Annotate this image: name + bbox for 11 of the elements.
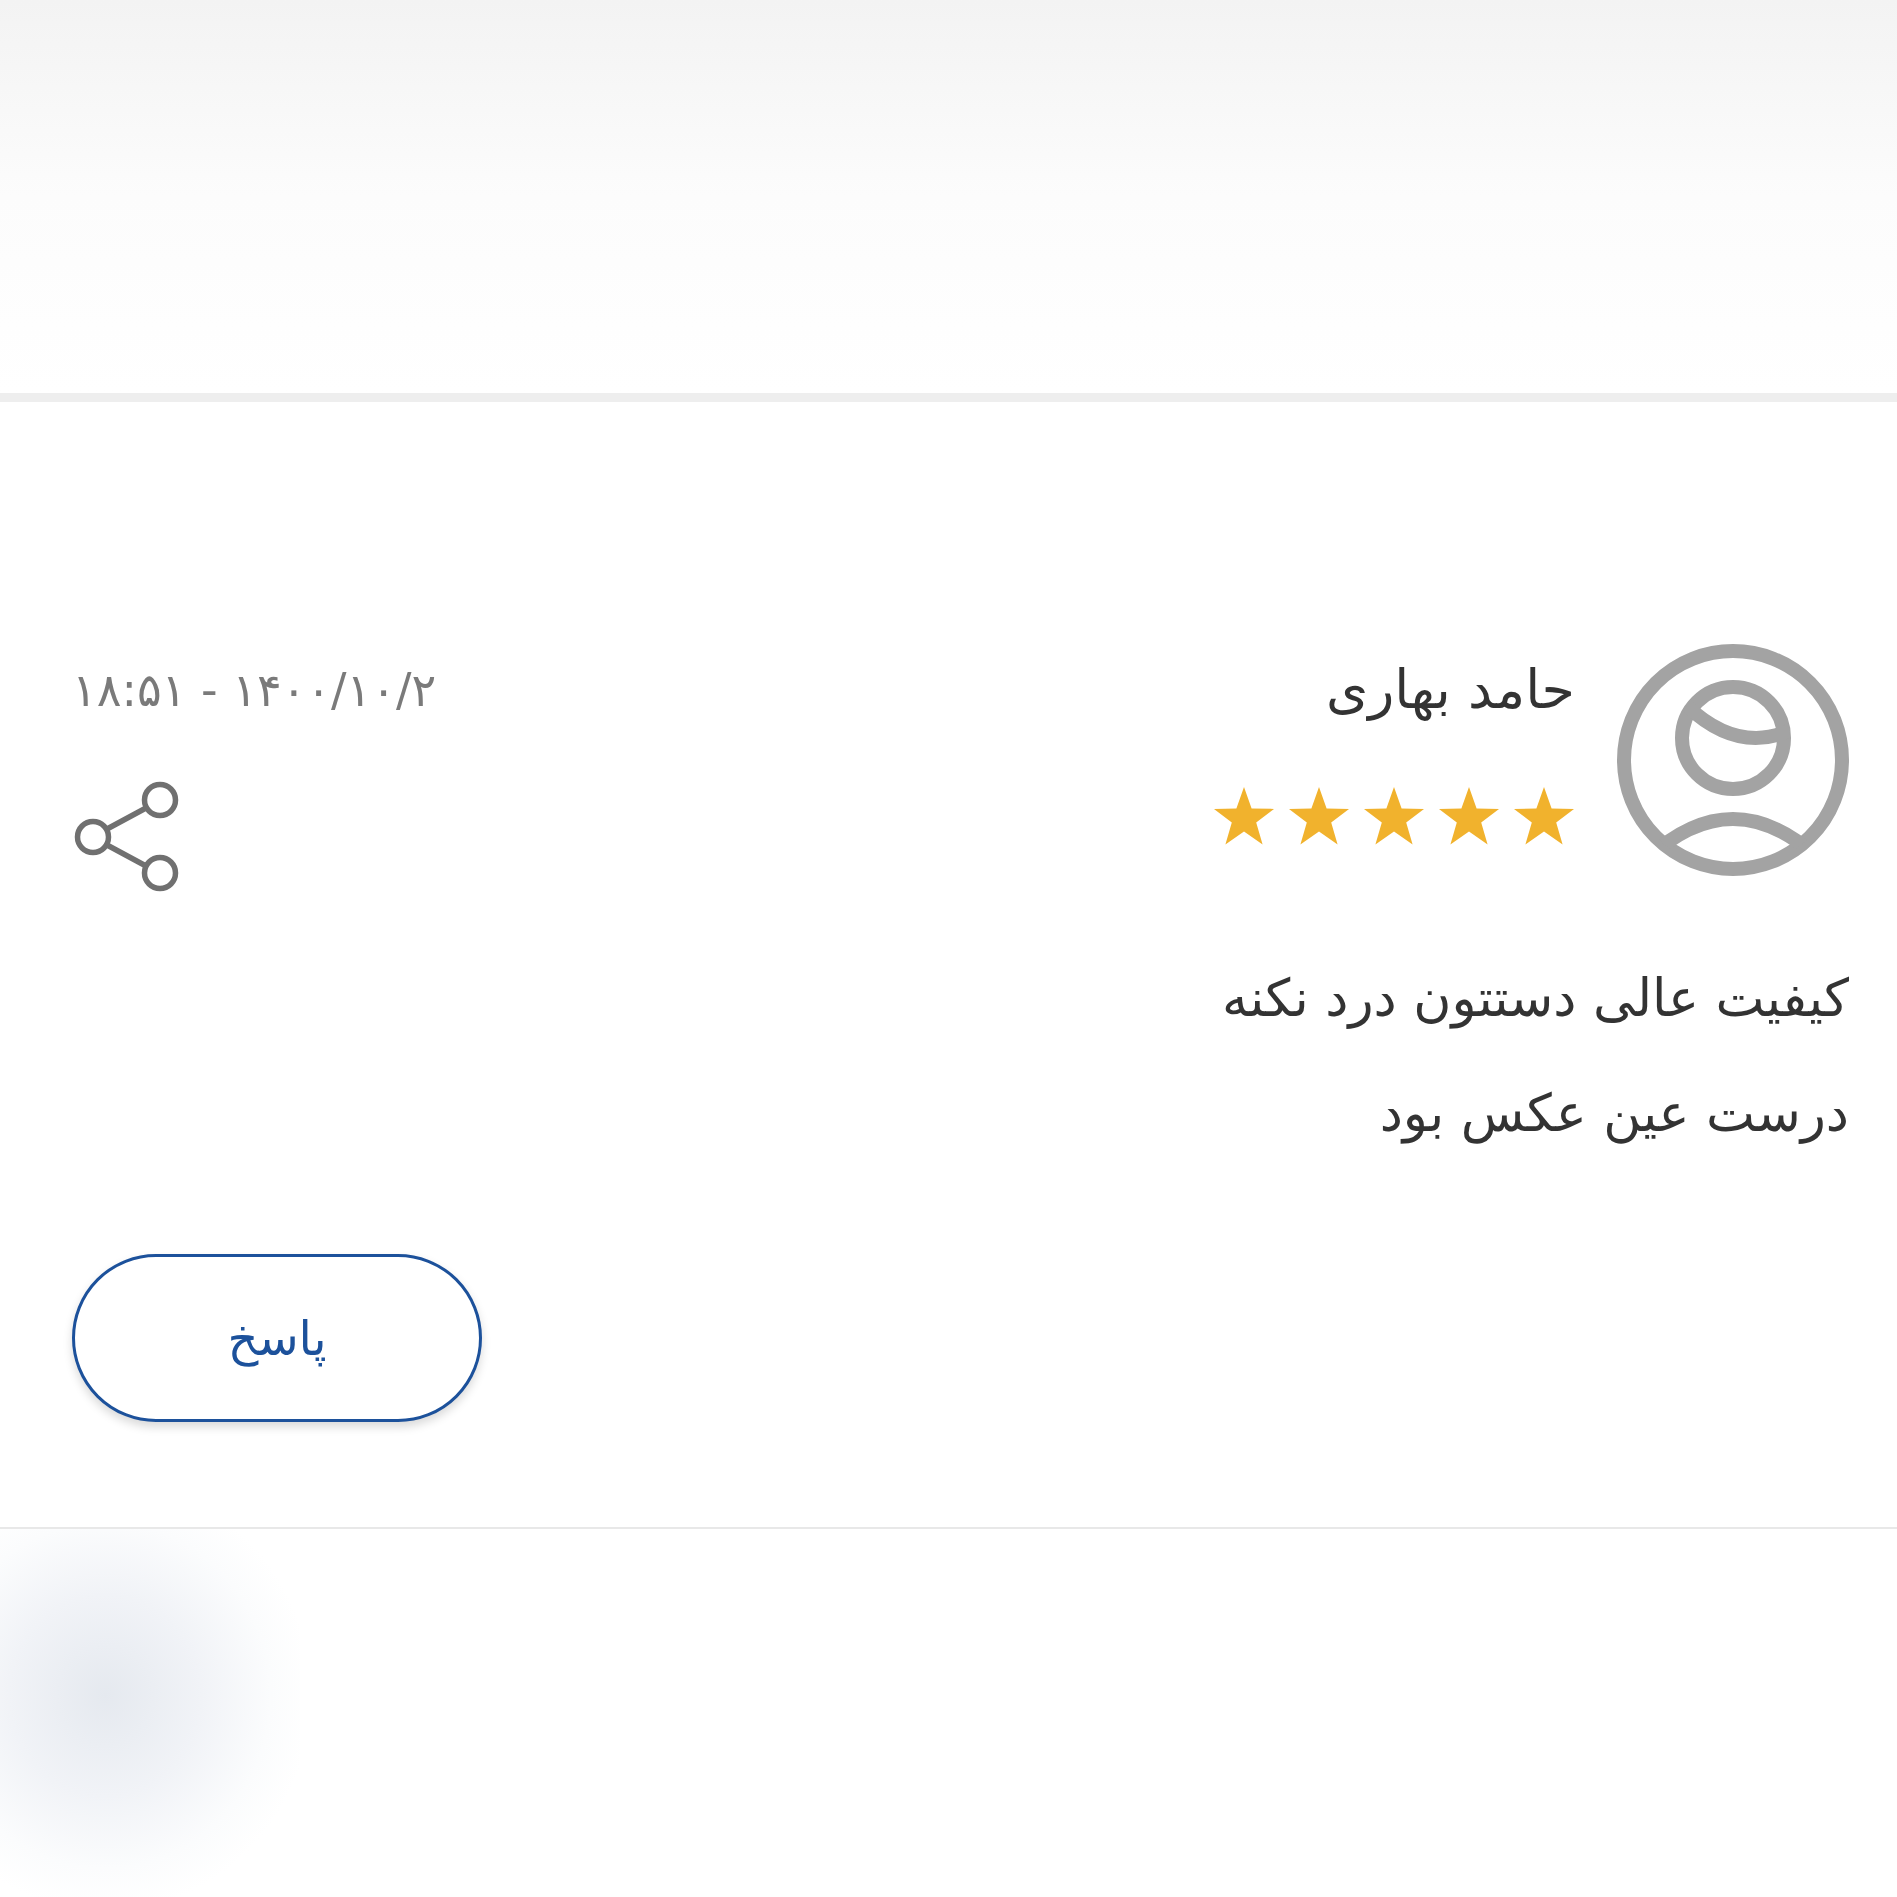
star-icon — [1513, 786, 1575, 846]
star-icon — [1363, 786, 1425, 846]
review-text: درست عین عکس بود — [1379, 1082, 1849, 1145]
review-text: کیفیت عالی دستتون درد نکنه — [1221, 967, 1849, 1030]
star-icon — [1438, 786, 1500, 846]
author-name: حامد بهاری — [1326, 659, 1575, 721]
review-date: ۱۴۰۰/۱۰/۲ - ۱۸:۵۱ — [72, 662, 437, 718]
reply-button[interactable]: پاسخ — [72, 1254, 482, 1422]
star-icon — [1288, 786, 1350, 846]
avatar-icon — [1617, 644, 1849, 876]
star-icon — [1213, 786, 1275, 846]
